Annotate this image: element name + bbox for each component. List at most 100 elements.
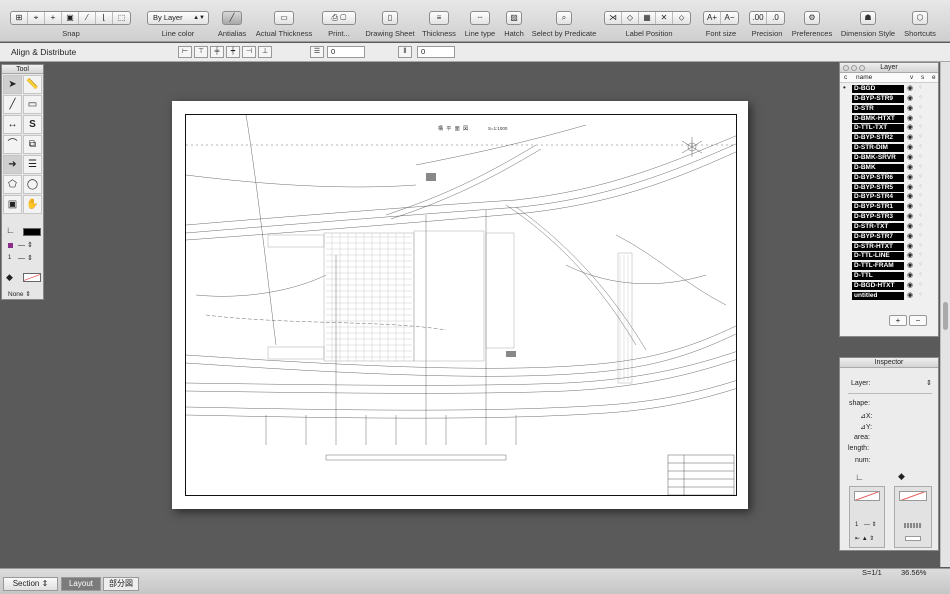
align-bottom-icon[interactable]: ⊥: [258, 46, 272, 58]
layer-name[interactable]: D-STR: [852, 104, 904, 113]
lock-icon[interactable]: ⁘: [918, 291, 923, 298]
align-left-icon[interactable]: ⊢: [178, 46, 192, 58]
fill-pattern-select[interactable]: — ⇕: [18, 241, 33, 249]
lock-icon[interactable]: ⁘: [918, 281, 923, 288]
vertical-scrollbar[interactable]: [940, 62, 950, 567]
eye-icon[interactable]: ◉: [907, 163, 913, 171]
line-width-select[interactable]: — ⇕: [18, 254, 33, 262]
lock-icon[interactable]: ⁘: [918, 251, 923, 258]
lock-icon[interactable]: ⁘: [918, 222, 923, 229]
eye-icon[interactable]: ◉: [907, 212, 913, 220]
copy-tool-icon[interactable]: ⧉: [23, 135, 42, 154]
layer-name[interactable]: D-BYP-STR6: [852, 173, 904, 182]
rectangle-tool-icon[interactable]: ▭: [23, 95, 42, 114]
eye-icon[interactable]: ◉: [907, 133, 913, 141]
layer-row[interactable]: D-BMK-SRVR ◉ ⁘: [840, 153, 938, 163]
lock-icon[interactable]: ⁘: [918, 123, 923, 130]
layer-row[interactable]: D-BYP-STR1 ◉ ⁘: [840, 202, 938, 212]
layer-name[interactable]: D-BYP-STR9: [852, 94, 904, 103]
drawing-sheet[interactable]: 構 平 面 図 S=1:1000: [172, 101, 748, 509]
layer-name[interactable]: D-BYP-STR1: [852, 203, 904, 212]
layer-row[interactable]: D-STR ◉ ⁘: [840, 104, 938, 114]
layer-row[interactable]: D-TTL-LINE ◉ ⁘: [840, 251, 938, 261]
layer-name[interactable]: D-BYP-STR7: [852, 232, 904, 241]
preferences-button[interactable]: ⚙ Preferences: [790, 0, 834, 42]
layer-row[interactable]: D-BYP-STR5 ◉ ⁘: [840, 183, 938, 193]
eye-icon[interactable]: ◉: [907, 123, 913, 131]
lock-icon[interactable]: ⁘: [918, 261, 923, 268]
layer-row[interactable]: D-BGD-HTXT ◉ ⁘: [840, 281, 938, 291]
layer-row[interactable]: D-TTL-FRAM ◉ ⁘: [840, 261, 938, 271]
layer-name[interactable]: D-STR-TXT: [852, 222, 904, 231]
layer-name[interactable]: D-BMK: [852, 163, 904, 172]
stack-tool-icon[interactable]: ☰: [23, 155, 42, 174]
lock-icon[interactable]: ⁘: [918, 84, 923, 91]
lock-icon[interactable]: ⁘: [918, 173, 923, 180]
line-type-button[interactable]: ┄ Line type: [462, 0, 498, 42]
layer-name[interactable]: D-BMK-HTXT: [852, 114, 904, 123]
circle-tool-icon[interactable]: ◯: [23, 175, 42, 194]
eye-icon[interactable]: ◉: [907, 192, 913, 200]
polygon-tool-icon[interactable]: ⬠: [3, 175, 22, 194]
eye-icon[interactable]: ◉: [907, 242, 913, 250]
pattern-preview-icon[interactable]: [904, 523, 922, 528]
layer-row[interactable]: D-BYP-STR2 ◉ ⁘: [840, 133, 938, 143]
line-style-select[interactable]: None ⇕: [8, 290, 31, 298]
layer-name[interactable]: D-TTL-TXT: [852, 124, 904, 133]
text-tool-icon[interactable]: S: [23, 115, 42, 134]
add-layer-button[interactable]: +: [889, 315, 907, 326]
fill-swatch-none[interactable]: [23, 273, 41, 282]
dimension-style-button[interactable]: ☗ Dimension Style: [838, 0, 898, 42]
arrow-style-icon[interactable]: ⇤ ▲ ⇕: [855, 535, 874, 542]
layer-select-arrows-icon[interactable]: ⇕: [926, 379, 932, 387]
eye-icon[interactable]: ◉: [907, 104, 913, 112]
thickness-button[interactable]: ≡ Thickness: [420, 0, 458, 42]
shortcuts-button[interactable]: ⬡ Shortcuts: [902, 0, 938, 42]
layer-name[interactable]: D-STR-HTXT: [852, 242, 904, 251]
layer-name[interactable]: D-BYP-STR5: [852, 183, 904, 192]
lock-icon[interactable]: ⁘: [918, 133, 923, 140]
eye-icon[interactable]: ◉: [907, 281, 913, 289]
eye-icon[interactable]: ◉: [907, 291, 913, 299]
eye-icon[interactable]: ◉: [907, 143, 913, 151]
layer-row[interactable]: D-TTL-TXT ◉ ⁘: [840, 123, 938, 133]
layer-row[interactable]: D-TTL ◉ ⁘: [840, 271, 938, 281]
layer-name[interactable]: D-BGD: [852, 85, 904, 93]
layer-name[interactable]: D-STR-DIM: [852, 144, 904, 153]
actual-thickness-button[interactable]: ▭ Actual Thickness: [252, 0, 316, 42]
drawing-sheet-button[interactable]: ▯ Drawing Sheet: [363, 0, 417, 42]
layer-name[interactable]: D-BGD-HTXT: [852, 282, 904, 290]
distribute-horizontal-icon[interactable]: ⫴: [398, 46, 412, 58]
layer-row[interactable]: D-BYP-STR6 ◉ ⁘: [840, 173, 938, 183]
layer-row[interactable]: D-STR-TXT ◉ ⁘: [840, 222, 938, 232]
layer-name[interactable]: D-TTL-FRAM: [852, 262, 904, 271]
layer-row[interactable]: D-BMK ◉ ⁘: [840, 163, 938, 173]
align-right-icon[interactable]: ⊣: [242, 46, 256, 58]
eye-icon[interactable]: ◉: [907, 183, 913, 191]
lock-icon[interactable]: ⁘: [918, 114, 923, 121]
line-color-swatch[interactable]: [23, 228, 41, 236]
pointer-tool-icon[interactable]: ➤: [3, 75, 22, 94]
eye-icon[interactable]: ◉: [907, 232, 913, 240]
lock-icon[interactable]: ⁘: [918, 192, 923, 199]
align-vcenter-icon[interactable]: ┿: [226, 46, 240, 58]
layer-name[interactable]: D-BYP-STR3: [852, 213, 904, 222]
layer-name[interactable]: untitled: [852, 291, 904, 300]
layer-row[interactable]: D-BYP-STR7 ◉ ⁘: [840, 232, 938, 242]
eye-icon[interactable]: ◉: [907, 222, 913, 230]
ruler-tool-icon[interactable]: 📏: [23, 75, 42, 94]
layer-row[interactable]: D-STR-DIM ◉ ⁘: [840, 143, 938, 153]
fill-style-box[interactable]: [894, 486, 932, 548]
horizontal-spacing-field[interactable]: 0: [417, 46, 455, 58]
dimension-tool-icon[interactable]: ↔: [3, 115, 22, 134]
lock-icon[interactable]: ⁘: [918, 143, 923, 150]
close-icon[interactable]: [843, 65, 849, 71]
arc-tool-icon[interactable]: ⌒: [3, 135, 22, 154]
line-style-box[interactable]: 1 — ⇕ ⇤ ▲ ⇕: [849, 486, 885, 548]
layer-row[interactable]: D-BYP-STR3 ◉ ⁘: [840, 212, 938, 222]
width-stepper[interactable]: — ⇕: [864, 521, 877, 528]
image-tool-icon[interactable]: ▣: [3, 195, 22, 214]
fill-color-preview[interactable]: [899, 491, 927, 501]
lock-icon[interactable]: ⁘: [918, 104, 923, 111]
layer-name[interactable]: D-BYP-STR2: [852, 134, 904, 143]
